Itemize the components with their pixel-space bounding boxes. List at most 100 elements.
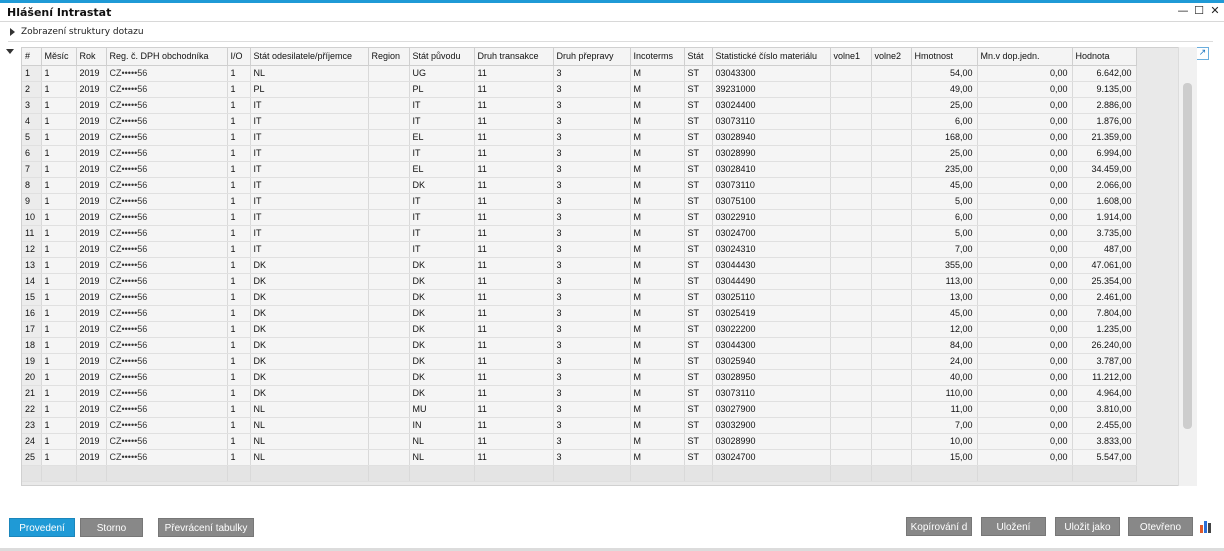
column-header[interactable]: # bbox=[22, 48, 42, 66]
table-cell[interactable]: 7 bbox=[22, 161, 42, 178]
table-row[interactable]: 23 1 2019 CZ•••••56 1 NL IN 11 3 M ST 03032900 7,00 0… bbox=[22, 417, 1137, 434]
table-cell[interactable]: 17 bbox=[22, 321, 42, 338]
table-row[interactable]: 17 1 2019 CZ•••••56 1 DK DK 11 3 M ST 03022200 12,00… bbox=[22, 321, 1137, 338]
column-header[interactable]: Region bbox=[368, 48, 410, 66]
table-cell[interactable]: 5 bbox=[22, 129, 42, 146]
table-row[interactable]: 6 1 2019 CZ•••••56 1 IT IT 11 3 M ST 03028990 25,00 0… bbox=[22, 145, 1137, 162]
table-cell[interactable]: 11 bbox=[22, 225, 42, 242]
table-row[interactable]: 21 1 2019 CZ•••••56 1 DK DK 11 3 M ST 03073110 110,0… bbox=[22, 385, 1137, 402]
table-cell: 1 bbox=[41, 81, 77, 98]
table-cell[interactable]: 16 bbox=[22, 305, 42, 322]
table-row[interactable]: 14 1 2019 CZ•••••56 1 DK DK 11 3 M ST 03044490 113,0… bbox=[22, 273, 1137, 290]
collapse-arrow-icon[interactable] bbox=[6, 49, 14, 54]
table-cell[interactable]: 22 bbox=[22, 401, 42, 418]
column-header[interactable]: Stát původu bbox=[409, 48, 475, 66]
column-header[interactable]: Rok bbox=[76, 48, 107, 66]
table-cell: 11 bbox=[474, 65, 554, 82]
run-button[interactable]: Provedení bbox=[9, 518, 75, 537]
table-cell[interactable]: 18 bbox=[22, 337, 42, 354]
table-cell[interactable]: 12 bbox=[22, 241, 42, 258]
table-cell[interactable]: 15 bbox=[22, 289, 42, 306]
table-row[interactable]: 25 1 2019 CZ•••••56 1 NL NL 11 3 M ST 03024700 15,00… bbox=[22, 449, 1137, 466]
chart-icon[interactable] bbox=[1199, 519, 1213, 534]
table-row[interactable]: 15 1 2019 CZ•••••56 1 DK DK 11 3 M ST 03025110 13,00… bbox=[22, 289, 1137, 306]
column-header[interactable]: Stát odesilatele/příjemce bbox=[250, 48, 369, 66]
table-cell bbox=[871, 401, 912, 418]
column-header[interactable]: Mn.v dop.jedn. bbox=[977, 48, 1073, 66]
table-cell: 11 bbox=[474, 177, 554, 194]
table-row[interactable]: 12 1 2019 CZ•••••56 1 IT IT 11 3 M ST 03024310 7,00 0… bbox=[22, 241, 1137, 258]
table-row[interactable]: 19 1 2019 CZ•••••56 1 DK DK 11 3 M ST 03025940 24,00… bbox=[22, 353, 1137, 370]
table-row[interactable]: 24 1 2019 CZ•••••56 1 NL NL 11 3 M ST 03028990 10,00… bbox=[22, 433, 1137, 450]
table-row[interactable]: 20 1 2019 CZ•••••56 1 DK DK 11 3 M ST 03028950 40,00… bbox=[22, 369, 1137, 386]
column-header[interactable]: Reg. č. DPH obchodníka bbox=[106, 48, 228, 66]
copy-button[interactable]: Kopírování d bbox=[906, 517, 972, 536]
table-cell[interactable]: 13 bbox=[22, 257, 42, 274]
table-cell[interactable]: 3 bbox=[22, 97, 42, 114]
column-header[interactable]: Druh přepravy bbox=[553, 48, 631, 66]
cancel-button[interactable]: Storno bbox=[80, 518, 143, 537]
table-cell[interactable]: 19 bbox=[22, 353, 42, 370]
empty-row[interactable] bbox=[22, 465, 1137, 482]
table-cell[interactable]: 1 bbox=[22, 65, 42, 82]
column-header[interactable]: Stát bbox=[684, 48, 713, 66]
table-cell[interactable]: 2 bbox=[22, 81, 42, 98]
table-row[interactable]: 22 1 2019 CZ•••••56 1 NL MU 11 3 M ST 03027900 11,00… bbox=[22, 401, 1137, 418]
pivot-table-button[interactable]: Převrácení tabulky bbox=[158, 518, 254, 537]
table-cell: ST bbox=[684, 385, 713, 402]
table-cell[interactable]: 24 bbox=[22, 433, 42, 450]
table-cell[interactable]: 10 bbox=[22, 209, 42, 226]
table-cell: CZ•••••56 bbox=[106, 385, 228, 402]
open-button[interactable]: Otevřeno bbox=[1128, 517, 1193, 536]
table-cell: DK bbox=[409, 289, 475, 306]
table-cell: 1 bbox=[41, 417, 77, 434]
table-row[interactable]: 8 1 2019 CZ•••••56 1 IT DK 11 3 M ST 03073110 45,00 0… bbox=[22, 177, 1137, 194]
table-row[interactable]: 1 1 2019 CZ•••••56 1 NL UG 11 3 M ST 03043300 54,00 0… bbox=[22, 65, 1137, 82]
table-row[interactable]: 13 1 2019 CZ•••••56 1 DK DK 11 3 M ST 03044430 355,0… bbox=[22, 257, 1137, 274]
table-cell[interactable]: 21 bbox=[22, 385, 42, 402]
close-icon[interactable]: ✕ bbox=[1208, 4, 1222, 18]
table-row[interactable]: 5 1 2019 CZ•••••56 1 IT EL 11 3 M ST 03028940 168,00… bbox=[22, 129, 1137, 146]
table-row[interactable]: 18 1 2019 CZ•••••56 1 DK DK 11 3 M ST 03044300 84,00… bbox=[22, 337, 1137, 354]
table-row[interactable]: 4 1 2019 CZ•••••56 1 IT IT 11 3 M ST 03073110 6,00 0,… bbox=[22, 113, 1137, 130]
table-row[interactable]: 10 1 2019 CZ•••••56 1 IT IT 11 3 M ST 03022910 6,00 0… bbox=[22, 209, 1137, 226]
column-header[interactable]: Statistické číslo materiálu bbox=[712, 48, 831, 66]
column-header[interactable]: volne2 bbox=[871, 48, 912, 66]
table-row[interactable]: 9 1 2019 CZ•••••56 1 IT IT 11 3 M ST 03075100 5,00 0,… bbox=[22, 193, 1137, 210]
scrollbar-thumb[interactable] bbox=[1183, 83, 1192, 429]
table-cell[interactable]: 6 bbox=[22, 145, 42, 162]
table-cell[interactable]: 23 bbox=[22, 417, 42, 434]
table-cell[interactable]: 4 bbox=[22, 113, 42, 130]
column-header[interactable]: Hodnota bbox=[1072, 48, 1137, 66]
table-cell[interactable]: 20 bbox=[22, 369, 42, 386]
table-row[interactable]: 3 1 2019 CZ•••••56 1 IT IT 11 3 M ST 03024400 25,00 0… bbox=[22, 97, 1137, 114]
table-cell bbox=[227, 465, 251, 482]
column-header[interactable]: I/O bbox=[227, 48, 251, 66]
column-header[interactable]: volne1 bbox=[830, 48, 872, 66]
table-cell: 1 bbox=[41, 113, 77, 130]
maximize-icon[interactable]: ☐ bbox=[1192, 4, 1206, 18]
table-row[interactable]: 11 1 2019 CZ•••••56 1 IT IT 11 3 M ST 03024700 5,00 0… bbox=[22, 225, 1137, 242]
column-header[interactable]: Incoterms bbox=[630, 48, 685, 66]
table-cell: 2019 bbox=[76, 161, 107, 178]
table-cell: 3 bbox=[553, 241, 631, 258]
column-header[interactable]: Měsíc bbox=[41, 48, 77, 66]
save-as-button[interactable]: Uložit jako bbox=[1055, 517, 1120, 536]
table-row[interactable]: 16 1 2019 CZ•••••56 1 DK DK 11 3 M ST 03025419 45,00… bbox=[22, 305, 1137, 322]
result-grid: # Měsíc Rok Reg. č. DPH obchodníka I/O Stát o… bbox=[21, 47, 1197, 486]
table-row[interactable]: 7 1 2019 CZ•••••56 1 IT EL 11 3 M ST 03028410 235,00… bbox=[22, 161, 1137, 178]
vertical-scrollbar[interactable] bbox=[1178, 47, 1197, 486]
query-structure-toggle[interactable]: Zobrazení struktury dotazu bbox=[10, 27, 144, 37]
table-cell[interactable]: 8 bbox=[22, 177, 42, 194]
table-row[interactable]: 2 1 2019 CZ•••••56 1 PL PL 11 3 M ST 39231000 49,00 0… bbox=[22, 81, 1137, 98]
table-cell bbox=[830, 401, 872, 418]
expand-grid-icon[interactable]: ↗ bbox=[1196, 47, 1209, 60]
save-button[interactable]: Uložení bbox=[981, 517, 1046, 536]
column-header[interactable]: Hmotnost bbox=[911, 48, 978, 66]
column-header[interactable]: Druh transakce bbox=[474, 48, 554, 66]
table-cell bbox=[830, 161, 872, 178]
table-cell[interactable]: 9 bbox=[22, 193, 42, 210]
table-cell[interactable]: 14 bbox=[22, 273, 42, 290]
minimize-icon[interactable]: — bbox=[1176, 4, 1190, 18]
table-cell[interactable]: 25 bbox=[22, 449, 42, 466]
